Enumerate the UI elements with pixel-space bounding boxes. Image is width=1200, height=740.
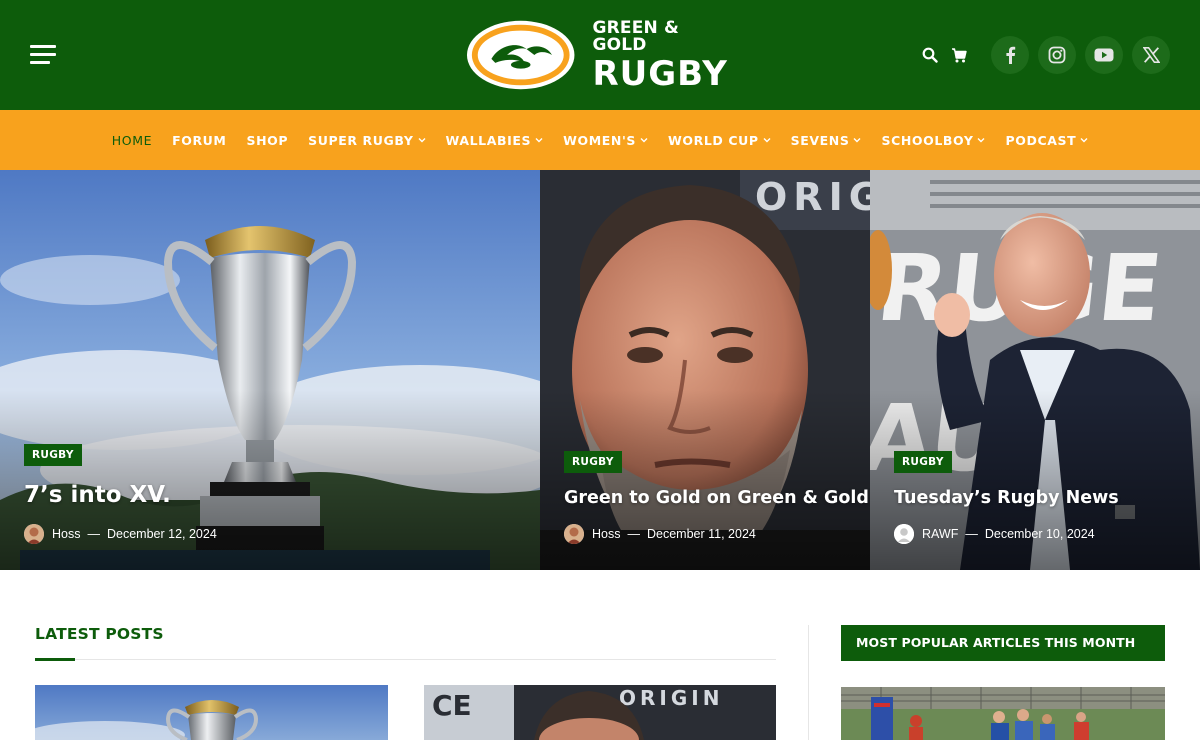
- nav-label: SUPER RUGBY: [308, 132, 414, 148]
- meta-separator: —: [965, 527, 978, 541]
- latest-posts-header: LATEST POSTS: [35, 625, 776, 661]
- author-name[interactable]: Hoss: [52, 527, 80, 541]
- post-meta: Hoss — December 12, 2024: [24, 524, 217, 544]
- logo-line1: GREEN & GOLD: [592, 17, 680, 55]
- x-twitter-icon[interactable]: [1132, 36, 1170, 74]
- author-name[interactable]: RAWF: [922, 527, 958, 541]
- nav-item-wallabies[interactable]: WALLABIES: [436, 110, 554, 170]
- hero-title[interactable]: Tuesday’s Rugby News: [894, 488, 1119, 508]
- nav-label: SEVENS: [790, 132, 850, 148]
- nav-item-sevens[interactable]: SEVENS: [781, 110, 872, 170]
- post-meta: Hoss — December 11, 2024: [564, 524, 756, 544]
- search-icon[interactable]: [921, 46, 939, 64]
- category-badge[interactable]: RUGBY: [564, 451, 622, 473]
- nav-label: WORLD CUP: [668, 132, 759, 148]
- avatar[interactable]: [894, 524, 914, 544]
- chevron-down-icon: [1080, 138, 1088, 143]
- nav-label: PODCAST: [1005, 132, 1077, 148]
- cart-icon[interactable]: [950, 46, 968, 64]
- nav-label: WOMEN'S: [563, 132, 637, 148]
- nav-label: SHOP: [246, 132, 289, 148]
- nav-item-super-rugby[interactable]: SUPER RUGBY: [298, 110, 435, 170]
- author-name[interactable]: Hoss: [592, 527, 620, 541]
- instagram-icon[interactable]: [1038, 36, 1076, 74]
- logo-text: GREEN & GOLD RUGBY: [592, 17, 736, 94]
- thumbnail-image-trophy: [35, 685, 388, 740]
- chevron-down-icon: [763, 138, 771, 143]
- site-logo[interactable]: GREEN & GOLD RUGBY: [466, 18, 736, 92]
- meta-separator: —: [627, 527, 640, 541]
- nav-item-schoolboy[interactable]: SCHOOLBOY: [871, 110, 995, 170]
- column-divider: [808, 625, 809, 740]
- nav-item-forum[interactable]: FORUM: [162, 110, 236, 170]
- svg-text:CE: CE: [432, 689, 472, 722]
- hero-featured: RUGBY 7’s into XV. Hoss — December 12, 2…: [0, 170, 1200, 570]
- header-tools: [921, 36, 1170, 74]
- hero-title[interactable]: 7’s into XV.: [24, 482, 171, 508]
- chevron-down-icon: [640, 138, 648, 143]
- chevron-down-icon: [853, 138, 861, 143]
- latest-post-thumbnail[interactable]: CE ORIGIN: [424, 685, 776, 740]
- nav-label: SCHOOLBOY: [881, 132, 974, 148]
- section-title: LATEST POSTS: [35, 625, 164, 643]
- nav-item-podcast[interactable]: PODCAST: [995, 110, 1098, 170]
- thumbnail-image-match: [841, 687, 1165, 740]
- nav-item-home[interactable]: HOME: [102, 110, 162, 170]
- category-badge[interactable]: RUGBY: [894, 451, 952, 473]
- thumbnail-sign-text: ORIGIN: [619, 686, 723, 710]
- post-meta: RAWF — December 10, 2024: [894, 524, 1095, 544]
- svg-text:ORIG: ORIG: [755, 175, 870, 219]
- post-date: December 12, 2024: [106, 527, 217, 541]
- main-nav: HOME FORUM SHOP SUPER RUGBY WALLABIES WO…: [0, 110, 1200, 170]
- site-header: GREEN & GOLD RUGBY: [0, 0, 1200, 110]
- hero-card[interactable]: RUGBY 7’s into XV. Hoss — December 12, 2…: [0, 170, 540, 570]
- nav-label: FORUM: [172, 132, 227, 148]
- avatar[interactable]: [24, 524, 44, 544]
- hamburger-menu-icon[interactable]: [30, 45, 56, 65]
- chevron-down-icon: [977, 138, 985, 143]
- thumbnail-image-portrait: CE ORIGIN: [424, 685, 776, 740]
- nav-label: HOME: [111, 132, 153, 148]
- youtube-icon[interactable]: [1085, 36, 1123, 74]
- popular-article-thumbnail[interactable]: [841, 687, 1165, 740]
- logo-ball-icon: [466, 20, 575, 90]
- category-badge[interactable]: RUGBY: [24, 444, 82, 466]
- latest-post-thumbnail[interactable]: [35, 685, 388, 740]
- chevron-down-icon: [535, 138, 543, 143]
- hero-card[interactable]: ORIG RUGBY Green to Gold on Green & Gold…: [540, 170, 870, 570]
- nav-item-world-cup[interactable]: WORLD CUP: [658, 110, 781, 170]
- nav-item-womens[interactable]: WOMEN'S: [553, 110, 658, 170]
- logo-line2: RUGBY: [592, 53, 728, 94]
- post-date: December 10, 2024: [984, 527, 1095, 541]
- post-date: December 11, 2024: [646, 527, 756, 541]
- avatar[interactable]: [564, 524, 584, 544]
- meta-separator: —: [87, 527, 100, 541]
- facebook-icon[interactable]: [991, 36, 1029, 74]
- hero-card[interactable]: RUGE AUS RUGBY Tuesday’s Rugby News RAWF…: [870, 170, 1200, 570]
- section-underline: [35, 658, 75, 661]
- nav-item-shop[interactable]: SHOP: [236, 110, 298, 170]
- chevron-down-icon: [418, 138, 425, 143]
- hero-title[interactable]: Green to Gold on Green & Gold.: [564, 488, 870, 508]
- popular-articles-header: MOST POPULAR ARTICLES THIS MONTH: [841, 625, 1165, 661]
- nav-label: WALLABIES: [445, 132, 532, 148]
